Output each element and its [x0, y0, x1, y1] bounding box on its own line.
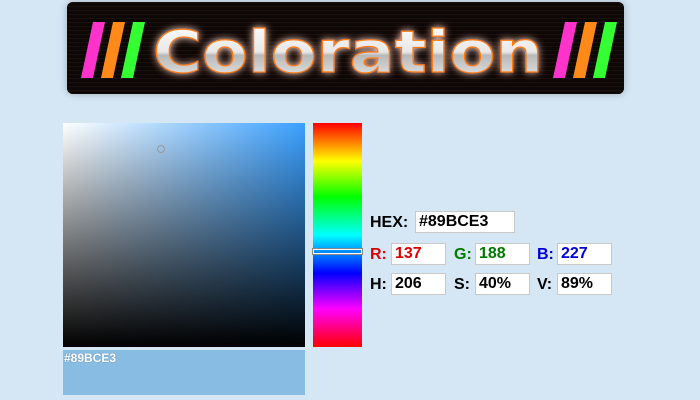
logo-text: Coloration	[153, 18, 543, 86]
b-label: B:	[537, 246, 554, 263]
hue-slider-handle[interactable]	[312, 248, 363, 255]
g-input[interactable]	[475, 243, 530, 265]
saturation-value-handle[interactable]	[157, 145, 165, 153]
s-label: S:	[454, 276, 470, 293]
r-input[interactable]	[391, 243, 446, 265]
logo-banner: Coloration	[67, 2, 624, 94]
color-preview-swatch: #89BCE3	[63, 350, 305, 395]
s-input[interactable]	[475, 273, 530, 295]
v-input[interactable]	[557, 273, 612, 295]
h-input[interactable]	[391, 273, 446, 295]
hex-label: HEX:	[370, 214, 409, 231]
saturation-value-picker[interactable]	[63, 123, 305, 347]
v-label: V:	[537, 276, 553, 293]
g-label: G:	[454, 246, 472, 263]
hue-slider[interactable]	[312, 123, 363, 347]
h-label: H:	[370, 276, 387, 293]
preview-hex-label: #89BCE3	[64, 351, 117, 365]
b-input[interactable]	[557, 243, 612, 265]
hex-input[interactable]	[415, 211, 515, 233]
logo-graphic: Coloration	[67, 2, 624, 94]
r-label: R:	[370, 246, 387, 263]
